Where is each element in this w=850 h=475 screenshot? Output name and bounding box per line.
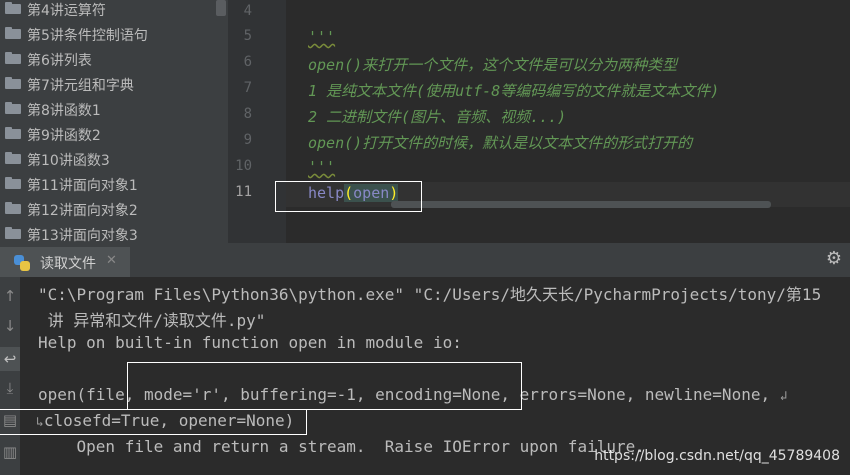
docstring-quote: ''' — [308, 158, 336, 176]
tree-item-label: 第5讲条件控制语句 — [27, 28, 148, 44]
tree-item-label: 第13讲面向对象3 — [27, 228, 138, 243]
editor-horizontal-scrollbar[interactable] — [391, 201, 771, 208]
annotation-box — [127, 362, 522, 410]
line-number: 10 — [235, 158, 252, 174]
arrow-down-icon[interactable]: ↓ — [0, 317, 20, 335]
tree-item-label: 第4讲运算符 — [27, 3, 106, 19]
tree-item-label: 第10讲函数3 — [27, 153, 110, 169]
project-tree: 第4讲运算符 第5讲条件控制语句 第6讲列表 第7讲元组和字典 第8讲函数1 第… — [0, 0, 228, 243]
code-line: open()打开文件的时候，默认是以文本文件的形式打开的 — [308, 134, 693, 152]
tree-item-label: 第9讲函数2 — [27, 128, 101, 144]
folder-icon — [5, 27, 21, 39]
line-number: 5 — [243, 28, 252, 44]
line-number: 7 — [243, 80, 252, 96]
folder-icon — [5, 52, 21, 64]
tree-item-folder[interactable]: 第10讲函数3 — [0, 146, 228, 171]
folder-icon — [5, 177, 21, 189]
trash-icon[interactable]: ▥ — [0, 443, 20, 461]
code-line: open()来打开一个文件，这个文件是可以分为两种类型 — [308, 56, 678, 74]
line-number-current: 11 — [235, 184, 252, 200]
tree-item-folder[interactable]: 第9讲函数2 — [0, 121, 228, 146]
gear-icon[interactable]: ⚙ — [826, 248, 842, 269]
tree-item-label: 第11讲面向对象1 — [27, 178, 138, 194]
tree-item-label: 第7讲元组和字典 — [27, 78, 134, 94]
line-number: 6 — [243, 54, 252, 70]
tree-item-label: 第12讲面向对象2 — [27, 203, 138, 219]
tree-item-folder[interactable]: 第5讲条件控制语句 — [0, 21, 228, 46]
tree-item-label: 第8讲函数1 — [27, 103, 101, 119]
folder-icon — [5, 152, 21, 164]
docstring-quote: ''' — [308, 28, 336, 46]
tree-item-folder[interactable]: 第11讲面向对象1 — [0, 171, 228, 196]
console-line: Open file and return a stream. Raise IOE… — [38, 437, 645, 456]
folder-icon — [5, 227, 21, 239]
run-toolbar: ↑ ↓ ↩ ⤓ ▤ ▥ — [0, 277, 20, 475]
close-icon[interactable]: ✕ — [106, 253, 117, 268]
tree-item-folder[interactable]: 第13讲面向对象3 — [0, 221, 228, 243]
console-line: 讲 异常和文件/读取文件.py" — [38, 311, 266, 330]
run-tab[interactable]: 读取文件 ✕ — [0, 247, 130, 277]
arrow-up-icon[interactable]: ↑ — [0, 287, 20, 305]
annotation-box — [275, 181, 422, 212]
soft-wrap-icon[interactable]: ↩ — [0, 347, 20, 371]
folder-icon — [5, 77, 21, 89]
code-line: 1 是纯文本文件(使用utf-8等编码编写的文件就是文本文件) — [308, 82, 720, 100]
line-number: 8 — [243, 106, 252, 122]
tree-item-folder[interactable]: 第7讲元组和字典 — [0, 71, 228, 96]
annotation-box — [0, 409, 307, 435]
tree-item-folder[interactable]: 第8讲函数1 — [0, 96, 228, 121]
python-icon — [14, 255, 30, 271]
tree-item-folder[interactable]: 第12讲面向对象2 — [0, 196, 228, 221]
console-line: Help on built-in function open in module… — [38, 333, 462, 352]
soft-wrap-marker-icon: ↲ — [779, 389, 788, 404]
line-number: 9 — [243, 132, 252, 148]
tree-item-label: 第6讲列表 — [27, 53, 92, 69]
folder-icon — [5, 202, 21, 214]
console-line: "C:\Program Files\Python36\python.exe" "… — [38, 285, 822, 304]
tree-item-folder[interactable]: 第4讲运算符 — [0, 0, 228, 21]
run-tool-window-header: 读取文件 ✕ ⚙ — [0, 243, 850, 278]
run-tab-label: 读取文件 — [40, 256, 96, 272]
code-line: 2 二进制文件(图片、音频、视频...) — [308, 108, 567, 126]
folder-icon — [5, 2, 21, 14]
folder-icon — [5, 127, 21, 139]
watermark: https://blog.csdn.net/qq_45789408 — [594, 448, 840, 464]
scroll-to-end-icon[interactable]: ⤓ — [0, 379, 20, 397]
tree-item-folder[interactable]: 第6讲列表 — [0, 46, 228, 71]
folder-icon — [5, 102, 21, 114]
line-number: 4 — [243, 3, 252, 19]
